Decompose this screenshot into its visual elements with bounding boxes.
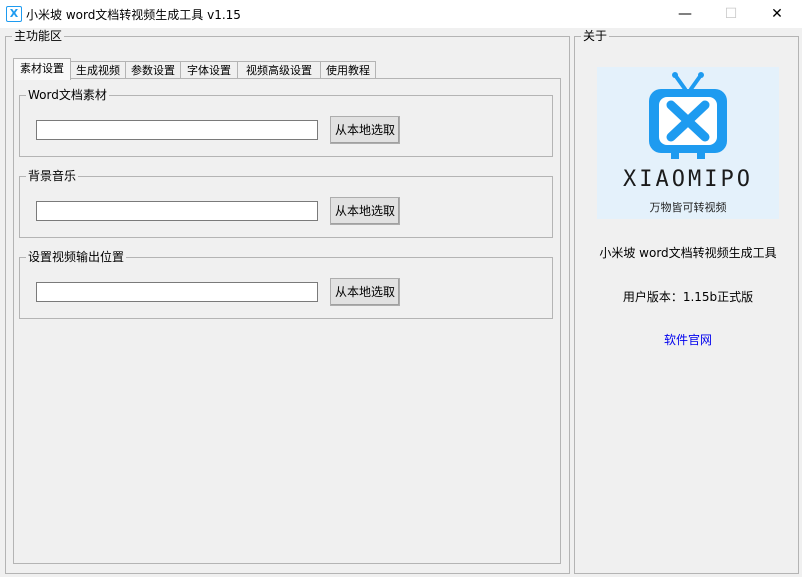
title-bar: X 小米坡 word文档转视频生成工具 v1.15 — ☐ ✕ [0,0,802,28]
maximize-button[interactable]: ☐ [708,0,754,28]
xiaomipo-logo: XIAOMIPO 万物皆可转视频 [597,67,779,219]
background-music-title: 背景音乐 [26,169,79,183]
logo-slogan-text: 万物皆可转视频 [649,201,727,214]
app-logo-icon: X [6,6,22,22]
word-material-group: Word文档素材 从本地选取 [19,88,553,157]
select-output-folder-button[interactable]: 从本地选取 [330,278,400,306]
tab-usage-tutorial[interactable]: 使用教程 [320,61,376,79]
tab-font-settings[interactable]: 字体设置 [180,61,238,79]
main-group-title: 主功能区 [12,29,65,43]
select-music-file-button[interactable]: 从本地选取 [330,197,400,225]
close-button[interactable]: ✕ [754,0,800,28]
select-word-file-button[interactable]: 从本地选取 [330,116,400,144]
word-file-path-input[interactable] [36,120,318,140]
logo-brand-text: XIAOMIPO [623,167,753,192]
tab-video-advanced-settings[interactable]: 视频高级设置 [237,61,321,79]
tv-x-logo-icon [649,72,727,159]
window-title: 小米坡 word文档转视频生成工具 v1.15 [26,8,241,22]
tab-panel-material-settings: Word文档素材 从本地选取 背景音乐 从本地选取 设置视频输出位置 从本地选取 [13,78,561,564]
about-group-title: 关于 [581,29,610,43]
minimize-button[interactable]: — [662,0,708,28]
output-location-group: 设置视频输出位置 从本地选取 [19,250,553,319]
tab-generate-video[interactable]: 生成视频 [70,61,126,79]
output-path-input[interactable] [36,282,318,302]
version-text: 用户版本：1.15b正式版 [622,290,754,304]
tab-material-settings[interactable]: 素材设置 [13,58,71,80]
official-website-link[interactable]: 软件官网 [575,331,801,348]
product-name-text: 小米坡 word文档转视频生成工具 [599,246,777,260]
music-file-path-input[interactable] [36,201,318,221]
word-material-title: Word文档素材 [26,88,109,102]
background-music-group: 背景音乐 从本地选取 [19,169,553,238]
output-location-title: 设置视频输出位置 [26,250,127,264]
tab-parameter-settings[interactable]: 参数设置 [125,61,181,79]
